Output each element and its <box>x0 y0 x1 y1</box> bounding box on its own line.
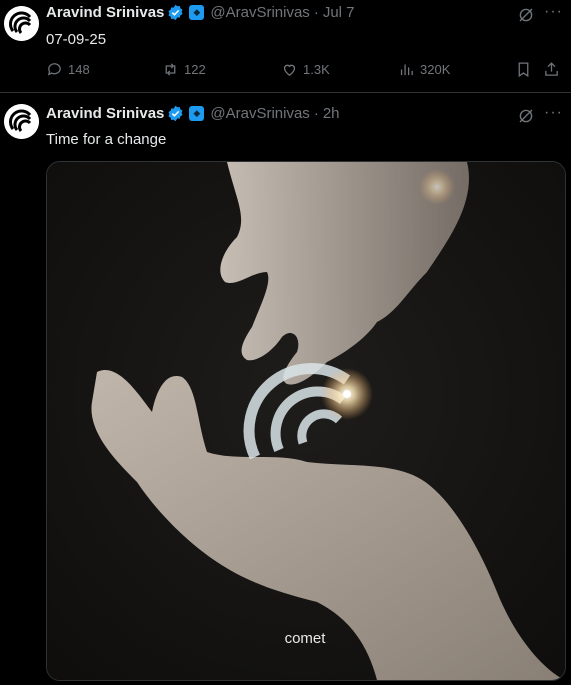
reply-button[interactable]: 148 <box>46 61 90 78</box>
like-button[interactable]: 1.3K <box>281 61 330 78</box>
author-handle[interactable]: @AravSrinivas <box>210 4 309 21</box>
reply-count: 148 <box>68 62 90 77</box>
like-count: 1.3K <box>303 62 330 77</box>
author-name[interactable]: Aravind Srinivas <box>46 4 164 21</box>
repost-count: 122 <box>184 62 206 77</box>
media-caption: comet <box>285 630 327 647</box>
grok-icon[interactable] <box>517 107 535 125</box>
tweet-text: 07-09-25 <box>46 31 107 48</box>
bookmark-button[interactable] <box>515 61 537 78</box>
more-icon[interactable]: ··· <box>544 104 563 122</box>
tweet-media-image[interactable]: comet <box>46 161 566 681</box>
tweet-time[interactable]: 2h <box>323 105 340 122</box>
affiliate-badge-icon: ◆ <box>189 106 205 121</box>
verified-badge-icon <box>168 105 183 122</box>
tweet-text: Time for a change <box>46 131 167 148</box>
like-icon <box>283 64 296 76</box>
views-icon <box>400 64 413 76</box>
views-button[interactable]: 320K <box>398 61 450 78</box>
tweet-actions: 148 122 1.3K 320K <box>46 61 566 81</box>
repost-button[interactable]: 122 <box>162 61 206 78</box>
share-button[interactable] <box>543 61 565 78</box>
separator-dot: · <box>313 105 319 122</box>
bookmark-icon <box>518 62 529 78</box>
verified-badge-icon <box>168 4 183 21</box>
reply-icon <box>47 63 61 76</box>
views-count: 320K <box>420 62 451 77</box>
more-icon[interactable]: ··· <box>544 3 563 21</box>
repost-icon <box>165 63 176 76</box>
tweet-2[interactable]: Aravind Srinivas ◆ @AravSrinivas · 2h ··… <box>0 93 571 685</box>
author-handle[interactable]: @AravSrinivas <box>210 105 309 122</box>
share-icon <box>545 62 558 76</box>
separator-dot: · <box>313 4 319 21</box>
tweet-1[interactable]: Aravind Srinivas ◆ @AravSrinivas · Jul 7… <box>0 0 571 93</box>
tweet-time[interactable]: Jul 7 <box>323 4 355 21</box>
avatar[interactable] <box>4 104 39 139</box>
tweet-header: Aravind Srinivas ◆ @AravSrinivas · 2h <box>46 105 340 122</box>
grok-icon[interactable] <box>517 6 535 24</box>
affiliate-badge-icon: ◆ <box>189 5 205 20</box>
author-name[interactable]: Aravind Srinivas <box>46 105 164 122</box>
tweet-header: Aravind Srinivas ◆ @AravSrinivas · Jul 7 <box>46 4 355 21</box>
avatar[interactable] <box>4 6 39 41</box>
